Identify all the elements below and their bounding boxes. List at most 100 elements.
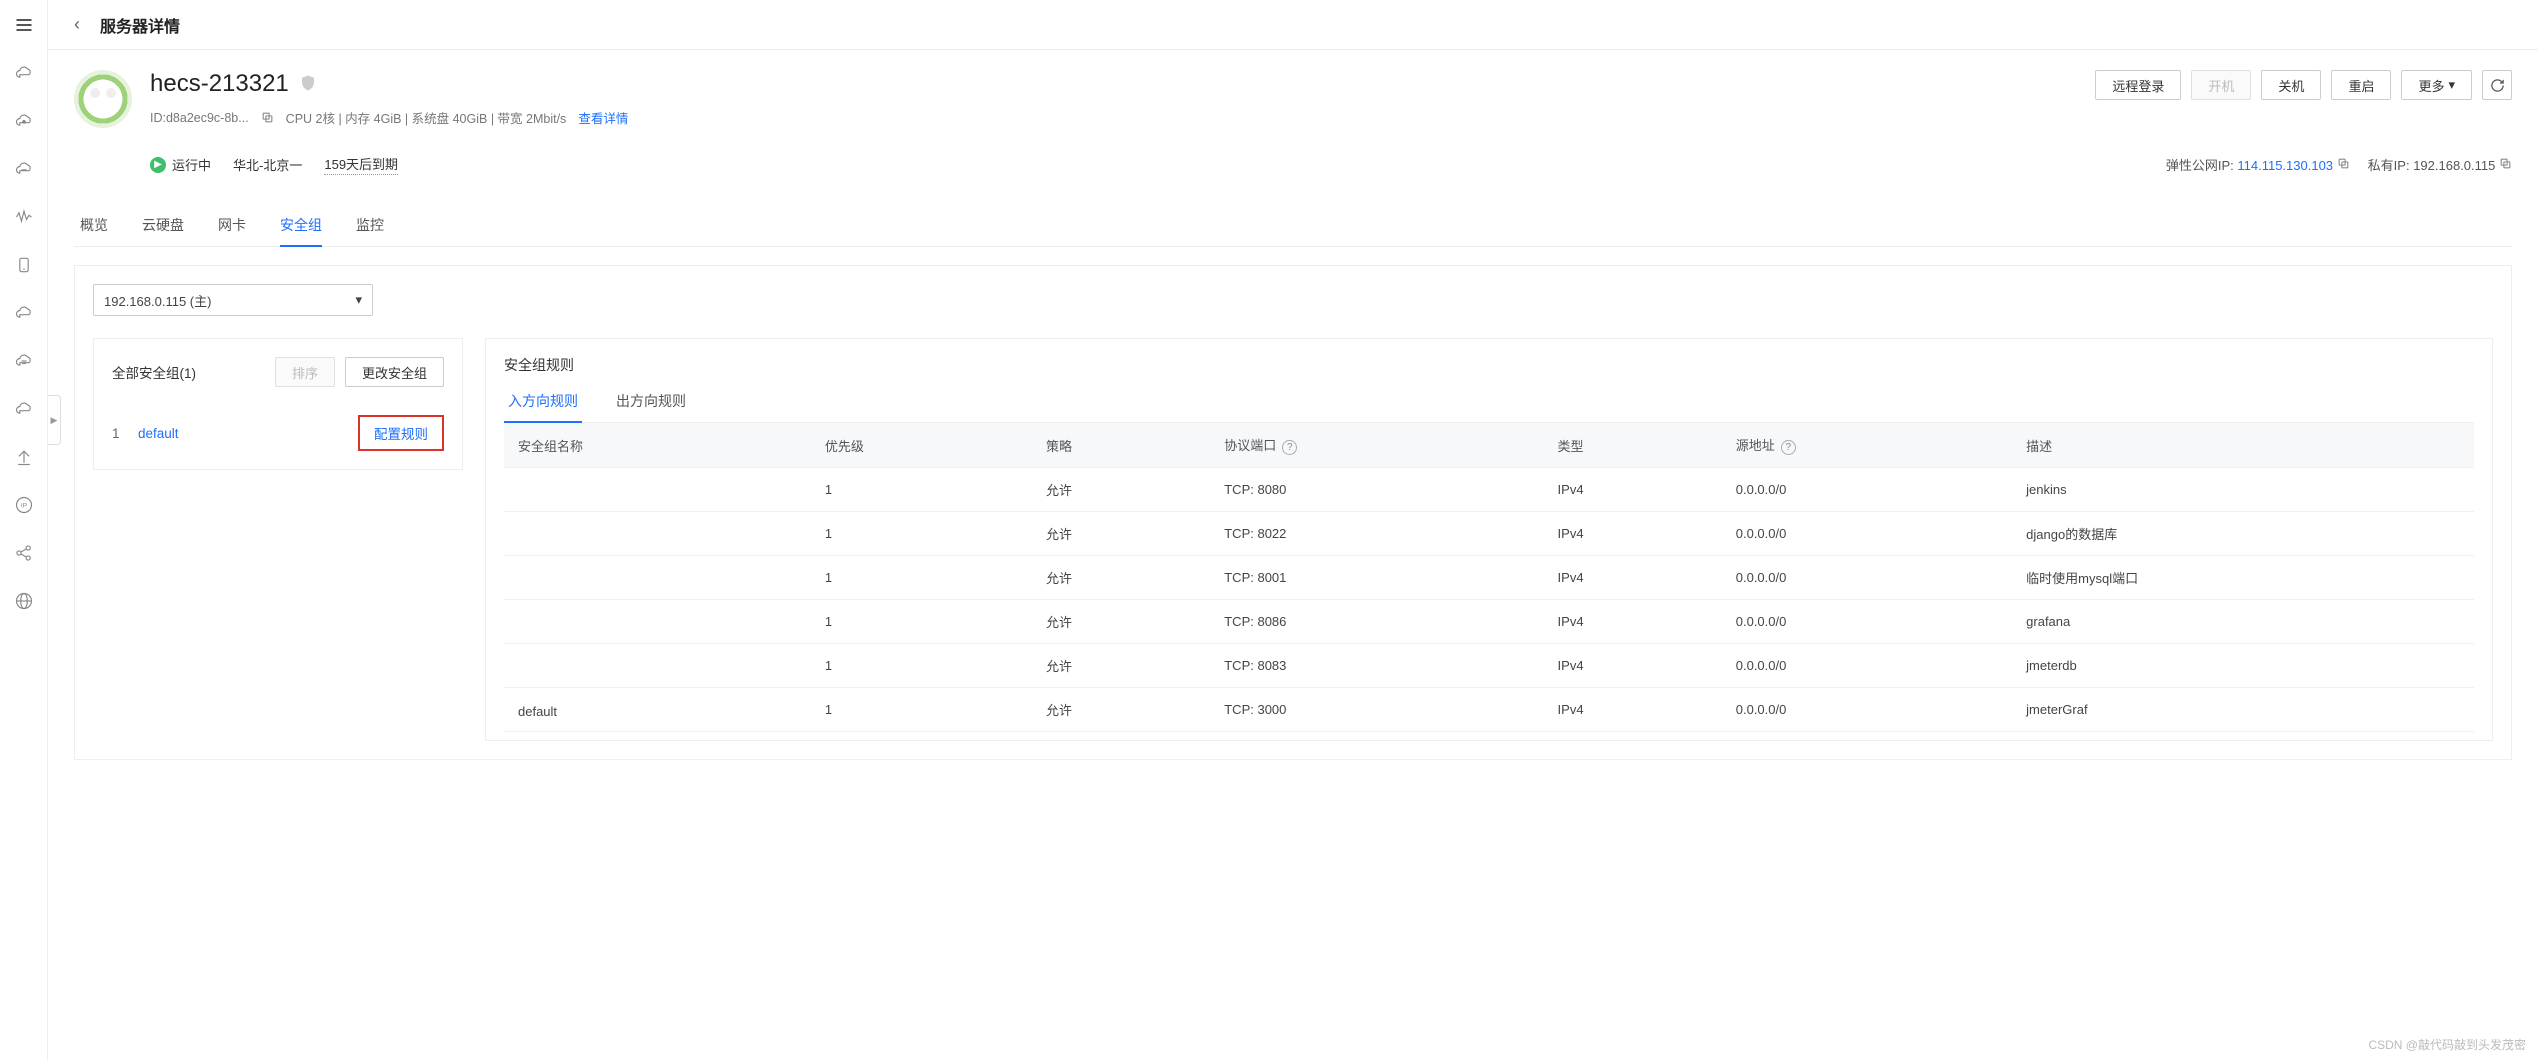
share-icon[interactable] <box>13 542 35 564</box>
eip-block: 弹性公网IP: 114.115.130.103 <box>2166 155 2350 174</box>
cell: TCP: 3000 <box>1210 688 1543 732</box>
cell: 允许 <box>1032 556 1210 600</box>
status-dot-icon: ▶ <box>150 157 166 173</box>
private-ip: 192.168.0.115 <box>2413 158 2495 173</box>
tab-1[interactable]: 云硬盘 <box>142 205 184 246</box>
sg-row: 1 default 配置规则 <box>112 415 444 451</box>
sg-name-link[interactable]: default <box>138 426 179 441</box>
cell: 0.0.0.0/0 <box>1722 468 2012 512</box>
cell: IPv4 <box>1544 688 1722 732</box>
sidebar-nav: IP <box>0 0 48 1061</box>
help-icon[interactable]: ? <box>1781 440 1796 455</box>
cell: 0.0.0.0/0 <box>1722 556 2012 600</box>
sort-button: 排序 <box>275 357 335 387</box>
cloud-dot-icon[interactable] <box>13 110 35 132</box>
copy-eip-icon[interactable] <box>2337 157 2350 170</box>
upload-icon[interactable] <box>13 446 35 468</box>
shield-icon <box>299 74 317 95</box>
rules-subtab-0[interactable]: 入方向规则 <box>504 381 582 423</box>
col-header: 安全组名称 <box>504 423 811 468</box>
col-header: 协议端口? <box>1210 423 1543 468</box>
sg-list-title: 全部安全组(1) <box>112 362 196 382</box>
cell: 1 <box>811 468 1032 512</box>
config-rules-link[interactable]: 配置规则 <box>358 415 444 451</box>
tab-4[interactable]: 监控 <box>356 205 384 246</box>
server-spec: CPU 2核 | 内存 4GiB | 系统盘 40GiB | 带宽 2Mbit/… <box>286 108 567 127</box>
cell <box>504 600 811 644</box>
help-icon[interactable]: ? <box>1282 440 1297 455</box>
cell: 允许 <box>1032 512 1210 556</box>
wave-icon[interactable] <box>13 206 35 228</box>
copy-private-ip-icon[interactable] <box>2499 157 2512 170</box>
chevron-down-icon: ▾ <box>2448 77 2455 93</box>
cell: default <box>504 688 811 732</box>
cell: IPv4 <box>1544 556 1722 600</box>
cell: 1 <box>811 644 1032 688</box>
cell: 1 <box>811 512 1032 556</box>
svg-text:IP: IP <box>20 503 27 510</box>
power-off-button[interactable]: 关机 <box>2261 70 2321 100</box>
watermark: CSDN @敲代码敲到头发茂密 <box>2368 1036 2526 1053</box>
cell: TCP: 8022 <box>1210 512 1543 556</box>
globe-icon[interactable] <box>13 590 35 612</box>
cell: TCP: 8083 <box>1210 644 1543 688</box>
cell: TCP: 8001 <box>1210 556 1543 600</box>
power-on-button: 开机 <box>2191 70 2251 100</box>
menu-icon[interactable] <box>13 14 35 36</box>
cell: 允许 <box>1032 688 1210 732</box>
back-button[interactable]: ‹ <box>64 12 90 38</box>
cell: IPv4 <box>1544 468 1722 512</box>
cell: TCP: 8086 <box>1210 600 1543 644</box>
status-badge: ▶运行中 <box>150 155 211 174</box>
more-button[interactable]: 更多 ▾ <box>2401 70 2472 100</box>
sidebar-collapse-handle[interactable]: ▶ <box>48 395 61 445</box>
cell: IPv4 <box>1544 512 1722 556</box>
view-details-link[interactable]: 查看详情 <box>578 108 628 127</box>
topbar: ‹ 服务器详情 <box>48 0 2538 50</box>
cell: 0.0.0.0/0 <box>1722 688 2012 732</box>
cell: 允许 <box>1032 468 1210 512</box>
table-row: 1允许TCP: 8022IPv40.0.0.0/0django的数据库 <box>504 512 2474 556</box>
cloud-line-icon[interactable] <box>13 158 35 180</box>
copy-id-icon[interactable] <box>261 111 274 124</box>
cell: IPv4 <box>1544 644 1722 688</box>
cloud-lines-icon[interactable] <box>13 350 35 372</box>
col-header: 源地址? <box>1722 423 2012 468</box>
detail-tabs: 概览云硬盘网卡安全组监控 <box>74 205 2512 247</box>
table-row: default1允许TCP: 3000IPv40.0.0.0/0jmeterGr… <box>504 688 2474 732</box>
eip-link[interactable]: 114.115.130.103 <box>2237 158 2333 173</box>
reboot-button[interactable]: 重启 <box>2331 70 2391 100</box>
private-ip-block: 私有IP: 192.168.0.115 <box>2368 155 2512 174</box>
table-row: 1允许TCP: 8083IPv40.0.0.0/0jmeterdb <box>504 644 2474 688</box>
server-name: hecs-213321 <box>150 70 289 98</box>
tab-0[interactable]: 概览 <box>80 205 108 246</box>
rules-subtab-1[interactable]: 出方向规则 <box>612 381 690 422</box>
cell: django的数据库 <box>2012 512 2474 556</box>
device-icon[interactable] <box>13 254 35 276</box>
cloud3-icon[interactable] <box>13 398 35 420</box>
cell: 允许 <box>1032 600 1210 644</box>
cell: jmeterGraf <box>2012 688 2474 732</box>
cell: 0.0.0.0/0 <box>1722 644 2012 688</box>
col-header: 描述 <box>2012 423 2474 468</box>
cell <box>504 512 811 556</box>
ip-select[interactable]: 192.168.0.115 (主) ▾ <box>93 284 373 316</box>
tab-3[interactable]: 安全组 <box>280 205 322 247</box>
cell: jmeterdb <box>2012 644 2474 688</box>
cell <box>504 556 811 600</box>
cloud-icon[interactable] <box>13 62 35 84</box>
cell <box>504 468 811 512</box>
refresh-button[interactable] <box>2482 70 2512 100</box>
sg-index: 1 <box>112 426 124 441</box>
server-avatar-icon <box>74 70 132 128</box>
col-header: 优先级 <box>811 423 1032 468</box>
cloud2-icon[interactable] <box>13 302 35 324</box>
ip-icon[interactable]: IP <box>13 494 35 516</box>
remote-login-button[interactable]: 远程登录 <box>2095 70 2181 100</box>
cell: jenkins <box>2012 468 2474 512</box>
tab-2[interactable]: 网卡 <box>218 205 246 246</box>
page-title: 服务器详情 <box>100 13 180 37</box>
col-header: 策略 <box>1032 423 1210 468</box>
rules-table: 安全组名称优先级策略协议端口?类型源地址?描述 1允许TCP: 8080IPv4… <box>504 423 2474 732</box>
change-sg-button[interactable]: 更改安全组 <box>345 357 444 387</box>
